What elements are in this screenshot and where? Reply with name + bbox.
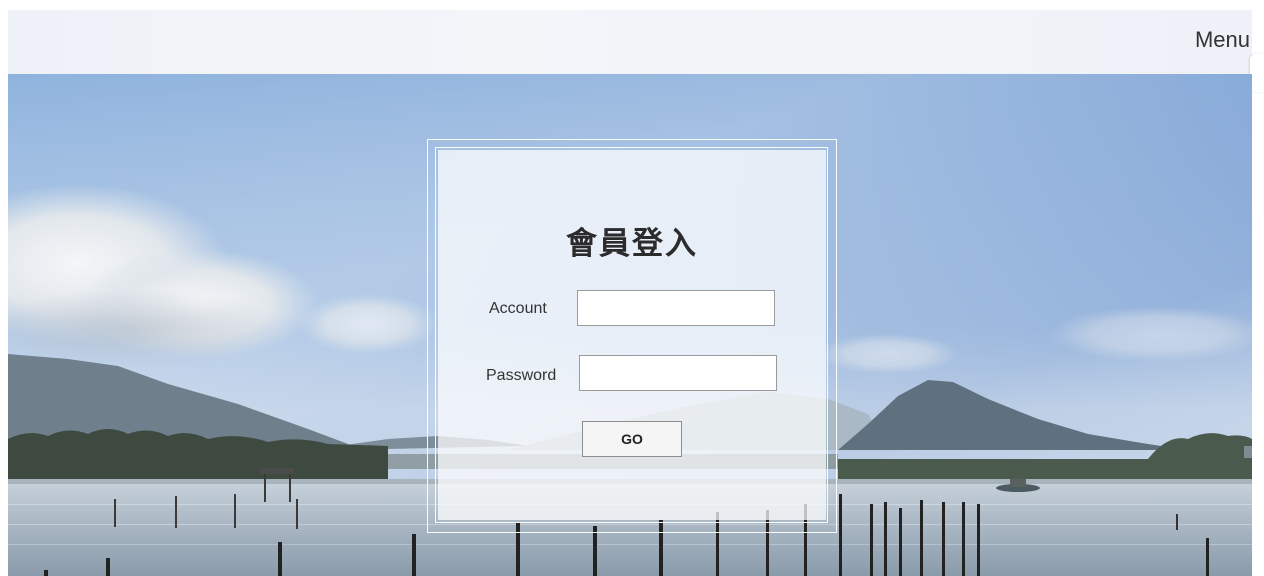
- top-navigation-bar: Menu: [8, 10, 1252, 74]
- account-label: Account: [489, 300, 547, 317]
- password-label: Password: [486, 367, 557, 384]
- side-edge-tab[interactable]: [1250, 54, 1264, 92]
- login-page: Menu 會員登入 Account Password GO: [0, 0, 1264, 576]
- login-form: 會員登入 Account Password GO: [438, 150, 826, 520]
- password-input[interactable]: [579, 355, 777, 391]
- login-title: 會員登入: [566, 226, 698, 262]
- go-button[interactable]: GO: [582, 421, 682, 457]
- menu-button[interactable]: Menu: [1195, 27, 1250, 53]
- account-input[interactable]: [577, 290, 775, 326]
